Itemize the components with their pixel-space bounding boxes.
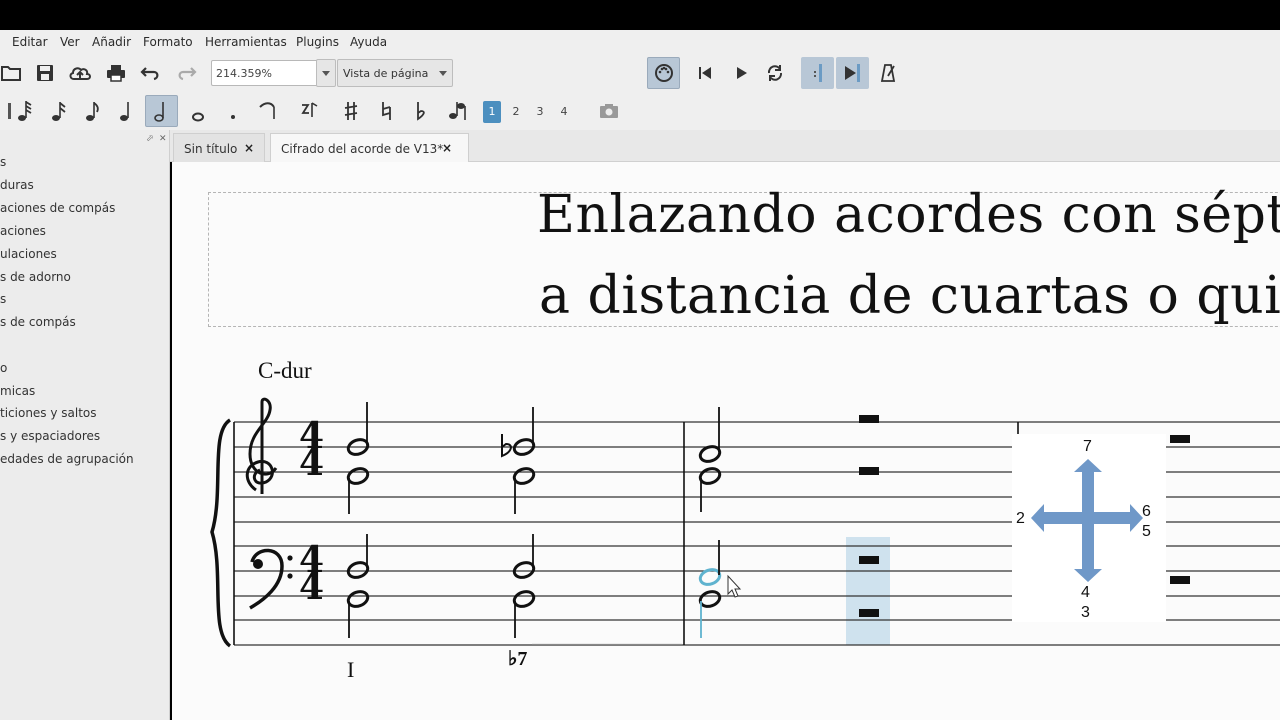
rest-toggle-icon[interactable] xyxy=(295,96,325,126)
print-icon[interactable] xyxy=(101,58,131,88)
redo-icon[interactable] xyxy=(171,58,201,88)
voice-4-button[interactable]: 4 xyxy=(555,101,573,123)
half-rest[interactable] xyxy=(859,415,879,423)
loop-out-icon[interactable] xyxy=(836,57,869,89)
panel-undock-icon[interactable]: ⬀ xyxy=(146,134,154,144)
tab-cifrado-acorde[interactable]: Cifrado del acorde de V13* × xyxy=(270,133,469,162)
panel-close-icon[interactable]: ✕ xyxy=(159,134,167,144)
palette-item[interactable]: s de adorno xyxy=(0,270,71,284)
view-mode-select[interactable]: Vista de página xyxy=(337,59,453,87)
brace xyxy=(210,418,232,648)
open-icon[interactable] xyxy=(0,58,26,88)
half-rest[interactable] xyxy=(859,556,879,564)
cloud-upload-icon[interactable] xyxy=(65,58,95,88)
file-toolbar: 214.359% Vista de página xyxy=(0,54,1280,92)
midi-input-icon[interactable] xyxy=(647,57,680,89)
palette-item[interactable]: s xyxy=(0,155,6,169)
half-rest[interactable] xyxy=(859,467,879,475)
window-top-bar xyxy=(0,0,1280,30)
save-icon[interactable] xyxy=(30,58,60,88)
play-icon[interactable] xyxy=(726,58,756,88)
roman-numeral-flat7[interactable]: ♭7 xyxy=(508,646,527,671)
palette-item[interactable]: s de compás xyxy=(0,315,76,329)
palette-item[interactable]: duras xyxy=(0,178,34,192)
treble-chord-2[interactable] xyxy=(501,407,536,514)
augmentation-dot-icon[interactable] xyxy=(218,96,248,126)
palette-item[interactable]: micas xyxy=(0,384,35,398)
close-icon[interactable]: × xyxy=(244,141,254,155)
palette-item[interactable]: s xyxy=(0,292,6,306)
metronome-icon[interactable] xyxy=(873,58,903,88)
loop-in-icon[interactable] xyxy=(801,57,834,89)
note-input-toolbar: 1 2 3 4 xyxy=(0,92,1280,130)
bass-chord-1[interactable] xyxy=(346,534,370,638)
arrow-right-label-top: 6 xyxy=(1142,503,1151,520)
zoom-input[interactable]: 214.359% xyxy=(211,60,318,86)
palette-panel: ⬀ ✕ s duras aciones de compás aciones ul… xyxy=(0,130,170,720)
undo-icon[interactable] xyxy=(136,58,166,88)
arrow-key-overlay: 7 2 6 5 4 3 xyxy=(1012,434,1166,622)
treble-chord-3[interactable] xyxy=(698,407,722,512)
mouse-cursor xyxy=(727,574,742,598)
flat-icon[interactable] xyxy=(406,96,436,126)
palette-item[interactable]: s y espaciadores xyxy=(0,429,100,443)
half-rest[interactable] xyxy=(859,609,879,617)
duration-whole-icon[interactable] xyxy=(183,96,213,126)
score-canvas[interactable]: Enlazando acordes con séptim a distancia… xyxy=(172,162,1280,720)
menu-ayuda[interactable]: Ayuda xyxy=(350,35,387,49)
sharp-icon[interactable] xyxy=(336,96,366,126)
image-capture-icon[interactable] xyxy=(594,96,624,126)
menu-formato[interactable]: Formato xyxy=(143,35,193,49)
duration-32nd-icon[interactable] xyxy=(44,96,74,126)
duration-quarter-icon[interactable] xyxy=(112,96,142,126)
chevron-down-icon xyxy=(322,71,330,76)
bass-clef[interactable] xyxy=(249,548,284,610)
arrow-down-label-bottom: 3 xyxy=(1081,604,1090,621)
time-signature-bottom[interactable]: 4 xyxy=(299,566,324,608)
voice-2-button[interactable]: 2 xyxy=(507,101,525,123)
menu-anadir[interactable]: Añadir xyxy=(92,35,131,49)
arrow-up-label: 7 xyxy=(1083,438,1092,455)
palette-item[interactable]: aciones de compás xyxy=(0,201,115,215)
roman-numeral-I[interactable]: I xyxy=(347,657,354,683)
duration-64th-icon[interactable] xyxy=(10,96,40,126)
close-icon[interactable]: × xyxy=(442,141,452,155)
natural-icon[interactable] xyxy=(371,96,401,126)
half-rest[interactable] xyxy=(1170,576,1190,584)
duration-16th-icon[interactable] xyxy=(78,96,108,126)
voice-1-button[interactable]: 1 xyxy=(483,101,501,123)
loop-icon[interactable] xyxy=(760,58,790,88)
palette-item[interactable]: o xyxy=(0,361,7,375)
half-rest[interactable] xyxy=(1170,435,1190,443)
flip-direction-icon[interactable] xyxy=(442,96,472,126)
voice-3-button[interactable]: 3 xyxy=(531,101,549,123)
rewind-icon[interactable] xyxy=(690,58,720,88)
palette-item[interactable]: edades de agrupación xyxy=(0,452,134,466)
time-signature-bottom[interactable]: 4 xyxy=(299,442,324,484)
palette-item[interactable]: ticiones y saltos xyxy=(0,406,97,420)
duration-half-icon[interactable] xyxy=(145,95,178,127)
arrow-down-label-top: 4 xyxy=(1081,584,1090,601)
palette-item[interactable]: ulaciones xyxy=(0,247,57,261)
menu-bar: Editar Ver Añadir Formato Herramientas P… xyxy=(0,30,1280,54)
bass-chord-3[interactable] xyxy=(698,540,722,638)
bass-chord-2[interactable] xyxy=(512,534,536,638)
menu-plugins[interactable]: Plugins xyxy=(296,35,339,49)
score-tab-bar: Sin título × Cifrado del acorde de V13* … xyxy=(170,130,1280,162)
arrow-right-label-bottom: 5 xyxy=(1142,523,1151,540)
menu-herramientas[interactable]: Herramientas xyxy=(205,35,287,49)
tie-icon[interactable] xyxy=(253,96,283,126)
tab-sin-titulo[interactable]: Sin título × xyxy=(173,133,265,162)
selection-highlight xyxy=(846,537,890,645)
palette-item[interactable]: aciones xyxy=(0,224,46,238)
menu-ver[interactable]: Ver xyxy=(60,35,80,49)
menu-editar[interactable]: Editar xyxy=(12,35,48,49)
chevron-down-icon xyxy=(439,71,447,76)
arrow-left-label: 2 xyxy=(1016,510,1025,527)
